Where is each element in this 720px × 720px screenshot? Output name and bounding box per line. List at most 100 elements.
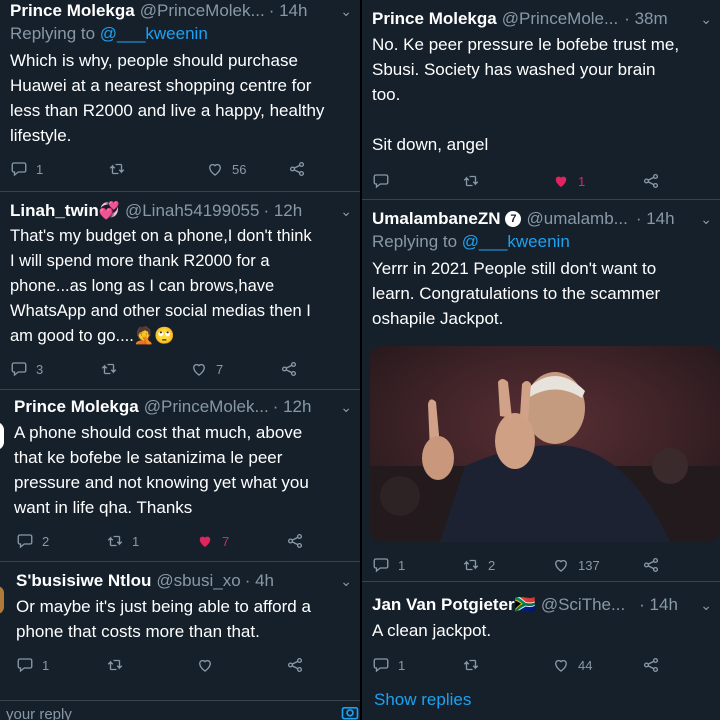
retweet-icon (101, 363, 117, 375)
reply-button[interactable]: 1 (10, 160, 100, 178)
tweet-header: UmalambaneZN 7 @umalamb... · 14h ⌄ (372, 208, 712, 230)
tweet[interactable]: Prince Molekga @PrinceMole... · 38m ⌄ No… (362, 0, 720, 200)
user-handle[interactable]: @PrinceMole... (502, 8, 618, 30)
chevron-down-icon[interactable]: ⌄ (334, 570, 352, 592)
display-name[interactable]: Jan Van Potgieter🇿🇦 (372, 594, 536, 616)
reply-button[interactable]: 3 (10, 360, 100, 378)
retweet-button[interactable] (106, 656, 196, 674)
share-button[interactable] (642, 656, 660, 674)
like-count: 137 (578, 557, 600, 573)
reply-count: 1 (36, 161, 44, 177)
timestamp: · 14h (268, 1, 308, 20)
replying-label: Replying to (10, 24, 100, 43)
share-button[interactable] (286, 656, 304, 674)
user-handle[interactable]: @SciThe... (541, 594, 625, 616)
tweet-photo[interactable] (370, 346, 720, 542)
reply-button[interactable]: 1 (372, 556, 462, 574)
retweet-button[interactable]: 2 (462, 556, 552, 574)
reply-button[interactable]: 1 (372, 656, 462, 674)
like-button[interactable]: 1 (552, 172, 642, 190)
user-handle[interactable]: @PrinceMolek... (144, 396, 269, 418)
camera-icon[interactable] (340, 702, 360, 720)
like-button[interactable]: 7 (190, 360, 280, 378)
reply-icon (17, 534, 33, 549)
reply-icon (17, 658, 33, 673)
tweet[interactable]: Linah_twin💞 @Linah54199055 · 12h ⌄ That'… (0, 200, 360, 390)
share-button[interactable] (286, 532, 304, 550)
heart-icon (209, 163, 221, 176)
share-button[interactable] (280, 360, 298, 378)
user-handle[interactable]: @Linah54199055 (125, 200, 260, 222)
timestamp: · 12h (263, 201, 303, 220)
replying-handle-link[interactable]: @___kweenin (462, 232, 570, 251)
share-button[interactable] (642, 556, 660, 574)
reply-icon (373, 658, 389, 673)
user-handle[interactable]: @PrinceMolek... (140, 0, 265, 22)
like-button[interactable]: 44 (552, 656, 642, 674)
user-handle[interactable]: @umalamb... (526, 208, 627, 230)
avatar[interactable] (0, 422, 4, 450)
share-icon (643, 173, 659, 189)
display-name[interactable]: UmalambaneZN (372, 208, 500, 230)
reply-count: 1 (42, 657, 50, 673)
timestamp: · 12h (272, 397, 312, 416)
replying-handle-link[interactable]: @___kweenin (100, 24, 208, 43)
like-count: 1 (578, 173, 586, 189)
chevron-down-icon[interactable]: ⌄ (334, 396, 352, 418)
like-button[interactable]: 56 (206, 160, 296, 178)
share-icon (289, 161, 305, 177)
tweet-line: less than R2000 and live a happy, health… (10, 101, 325, 120)
tweet-actions: 1 (16, 654, 350, 676)
chevron-down-icon[interactable]: ⌄ (334, 0, 352, 22)
retweet-icon (107, 535, 123, 547)
tweet-actions: 1 56 (10, 158, 350, 180)
tweet-line: want in life qha. Thanks (14, 498, 193, 517)
reply-compose-input[interactable]: your reply (6, 706, 72, 720)
heart-icon (193, 363, 205, 376)
timestamp: · 14h (639, 595, 678, 614)
retweet-button[interactable] (108, 160, 198, 178)
tweet-text: A clean jackpot. (372, 618, 712, 643)
retweet-button[interactable] (100, 360, 190, 378)
display-name[interactable]: Linah_twin💞 (10, 200, 120, 222)
share-icon (643, 557, 659, 573)
avatar[interactable] (0, 586, 4, 614)
tweet-line (372, 107, 712, 132)
tweet-line: Huawei at a nearest shopping centre for (10, 76, 312, 95)
retweet-icon (463, 559, 479, 571)
heart-icon (199, 659, 211, 672)
reply-icon (11, 362, 27, 377)
tweet[interactable]: Jan Van Potgieter🇿🇦 @SciThe... · 14h ⌄ A… (362, 594, 720, 690)
tweet-line: that ke bofebe le satanizima le peer (14, 448, 283, 467)
tweet[interactable]: Prince Molekga @PrinceMolek... · 14h ⌄ R… (0, 0, 360, 192)
share-button[interactable] (642, 172, 660, 190)
timestamp: · 14h (635, 209, 675, 228)
tweet[interactable]: Prince Molekga @PrinceMolek... · 12h ⌄ A… (0, 396, 360, 562)
reply-button[interactable] (372, 172, 462, 190)
like-button[interactable]: 7 (196, 532, 286, 550)
like-button[interactable]: 137 (552, 556, 642, 574)
display-name[interactable]: Prince Molekga (372, 8, 497, 30)
tweet-header: Jan Van Potgieter🇿🇦 @SciThe... · 14h ⌄ (372, 594, 712, 616)
display-name[interactable]: Prince Molekga (10, 0, 135, 22)
like-button[interactable] (196, 656, 286, 674)
display-name[interactable]: Prince Molekga (14, 396, 139, 418)
retweet-button[interactable] (462, 172, 552, 190)
chevron-down-icon[interactable]: ⌄ (694, 8, 712, 30)
chevron-down-icon[interactable]: ⌄ (334, 200, 352, 222)
tweet-line: too. (372, 85, 401, 104)
user-handle[interactable]: @sbusi_xo (156, 570, 240, 592)
chevron-down-icon[interactable]: ⌄ (694, 594, 712, 616)
tweet-actions: 2 1 7 (16, 530, 350, 552)
retweet-button[interactable]: 1 (106, 532, 196, 550)
reply-button[interactable]: 1 (16, 656, 106, 674)
tweet[interactable]: S'busisiwe Ntlou @sbusi_xo · 4h ⌄ Or may… (0, 570, 360, 690)
tweet-line: That's my budget on a phone,I don't thin… (10, 227, 312, 245)
reply-button[interactable]: 2 (16, 532, 106, 550)
tweet-text: Yerrr in 2021 People still don't want to… (372, 256, 712, 331)
display-name[interactable]: S'busisiwe Ntlou (16, 570, 151, 592)
show-replies-link[interactable]: Show replies (374, 690, 471, 710)
share-button[interactable] (288, 160, 306, 178)
chevron-down-icon[interactable]: ⌄ (694, 208, 712, 230)
retweet-button[interactable] (462, 656, 552, 674)
